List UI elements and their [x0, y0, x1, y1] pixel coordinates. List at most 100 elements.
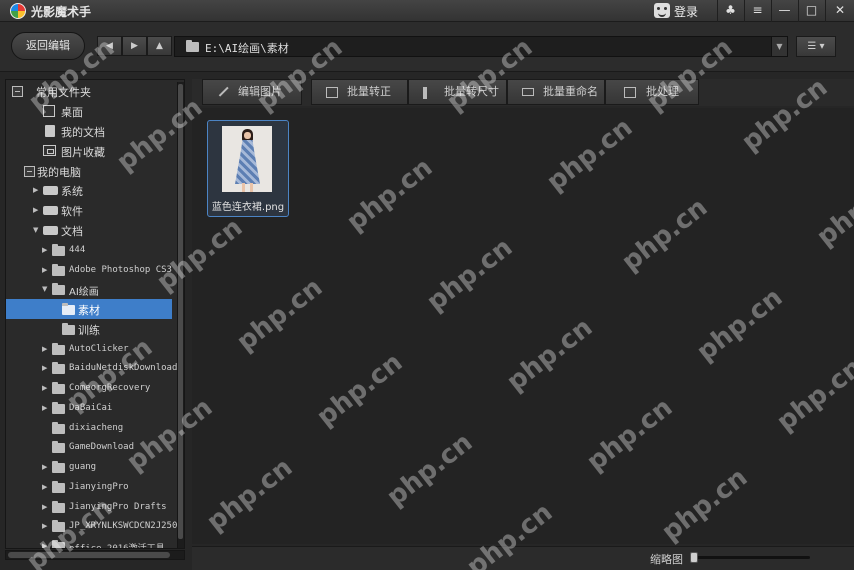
drive-icon: [43, 226, 58, 235]
menu-icon[interactable]: ≡: [744, 0, 770, 22]
tree-item-my-computer[interactable]: 我的电脑: [6, 161, 172, 181]
tree-item-folder[interactable]: ▶ guang: [6, 457, 172, 477]
tree-item-my-documents[interactable]: 我的文档: [6, 121, 172, 141]
edit-image-button[interactable]: 编辑图片: [202, 79, 302, 105]
thumbnail-image[interactable]: [222, 126, 272, 192]
rotate-icon: [326, 87, 338, 98]
tree-item-folder[interactable]: ▶ AutoClicker: [6, 339, 172, 359]
drive-icon: [43, 186, 58, 195]
login-button[interactable]: 登录: [674, 3, 698, 20]
tree-item-label: 素材: [78, 304, 100, 317]
back-to-edit-button[interactable]: 返回编辑: [11, 32, 85, 60]
folder-icon: [52, 422, 65, 434]
button-label: 批量重命名: [543, 85, 598, 98]
folder-icon: [52, 362, 65, 374]
batch-process-button[interactable]: 批处理: [605, 79, 699, 105]
tree-item-folder-444[interactable]: ▶ 444: [6, 240, 172, 260]
tree-item-label: AI绘画: [69, 287, 99, 298]
minimize-icon[interactable]: —: [771, 0, 797, 22]
tree-item-label: JianyingPro Drafts: [69, 502, 167, 512]
shirt-icon[interactable]: ♣: [717, 0, 743, 22]
tree-item-folder-material[interactable]: 素材: [6, 299, 172, 319]
close-icon[interactable]: ✕: [825, 0, 854, 22]
tree-item-folder-photoshop[interactable]: ▶ Adobe Photoshop CS3: [6, 260, 172, 280]
button-label: 批处理: [646, 85, 679, 98]
nav-up-icon[interactable]: ▲: [147, 36, 172, 56]
tree-item-pictures[interactable]: 图片收藏: [6, 141, 172, 161]
expand-arrow-icon[interactable]: ▶: [42, 482, 50, 492]
expand-arrow-icon[interactable]: ▶: [42, 245, 50, 255]
tree-item-desktop[interactable]: 桌面: [6, 101, 172, 121]
tree-item-folder[interactable]: ▶ office 2016激活工具: [6, 536, 172, 548]
tree-item-folder-ai[interactable]: ▼ AI绘画: [6, 279, 172, 299]
tree-item-favorites[interactable]: 常用文件夹: [6, 81, 172, 101]
maximize-icon[interactable]: □: [798, 0, 824, 22]
zoom-slider-handle[interactable]: [690, 552, 699, 563]
folder-icon: [52, 382, 65, 394]
expand-arrow-icon[interactable]: ▶: [42, 462, 50, 472]
tree-item-label: 常用文件夹: [36, 86, 91, 99]
tree-item-folder[interactable]: ▶ JianyingPro: [6, 477, 172, 497]
tree-item-label: GameDownload: [69, 442, 135, 452]
collapse-icon[interactable]: [12, 86, 23, 97]
tree-item-label: 训练: [78, 324, 100, 337]
tree-item-label: DaBaiCai: [69, 403, 113, 413]
collapse-icon[interactable]: [24, 166, 35, 177]
batch-rotate-button[interactable]: 批量转正: [311, 79, 408, 105]
folder-icon: [52, 501, 65, 513]
button-label: 批量转正: [347, 85, 391, 98]
expand-arrow-icon[interactable]: ▶: [33, 185, 41, 195]
collapse-arrow-icon[interactable]: ▼: [42, 284, 50, 294]
folder-icon: [62, 323, 75, 335]
nav-back-icon[interactable]: ◀: [97, 36, 122, 56]
thumbnail-area[interactable]: [192, 108, 854, 544]
tree-item-folder[interactable]: ▶ JP_XRYNLKSWCDCN2J250C: [6, 516, 183, 536]
tree-item-folder[interactable]: ▶ JianyingPro Drafts: [6, 497, 172, 517]
zoom-slider[interactable]: [690, 556, 810, 559]
expand-arrow-icon[interactable]: ▶: [42, 363, 50, 373]
folder-icon: [52, 244, 65, 256]
expand-arrow-icon[interactable]: ▶: [33, 205, 41, 215]
user-face-icon[interactable]: [654, 3, 670, 18]
pencil-icon: [217, 85, 229, 97]
nav-forward-icon[interactable]: ▶: [122, 36, 147, 56]
folder-icon: [52, 441, 65, 453]
batch-resize-button[interactable]: 批量转尺寸: [408, 79, 507, 105]
tree-item-folder[interactable]: dixiacheng: [6, 418, 172, 438]
expand-arrow-icon[interactable]: ▶: [42, 265, 50, 275]
tree-item-folder[interactable]: ▶ ComeorgRecovery: [6, 378, 172, 398]
tree-item-drive-system[interactable]: ▶ 系统: [6, 180, 172, 200]
sidebar-vertical-scroll-thumb[interactable]: [178, 84, 183, 539]
tree-item-folder[interactable]: ▶ BaiduNetdiskDownload: [6, 358, 177, 378]
document-icon: [45, 125, 55, 137]
tree-item-drive-documents[interactable]: ▼ 文档: [6, 220, 172, 240]
expand-arrow-icon[interactable]: ▶: [42, 383, 50, 393]
tree-item-label: 我的电脑: [37, 166, 81, 179]
expand-arrow-icon[interactable]: ▶: [42, 521, 50, 531]
tree-item-label: 图片收藏: [61, 146, 105, 159]
view-mode-button[interactable]: ☰ ▾: [796, 36, 836, 57]
expand-arrow-icon[interactable]: ▶: [42, 403, 50, 413]
tree-item-label: 444: [69, 245, 86, 255]
button-label: 批量转尺寸: [444, 85, 499, 98]
path-input[interactable]: E:\AI绘画\素材 ▼: [174, 36, 788, 57]
tree-item-folder-training[interactable]: 训练: [6, 319, 172, 339]
folder-icon: [52, 402, 65, 414]
tree-item-folder[interactable]: GameDownload: [6, 437, 172, 457]
expand-arrow-icon[interactable]: ▶: [42, 502, 50, 512]
tree-item-folder[interactable]: ▶ DaBaiCai: [6, 398, 172, 418]
resize-icon: [423, 87, 427, 99]
zoom-label: 缩略图: [650, 553, 683, 566]
collapse-arrow-icon[interactable]: ▼: [33, 225, 41, 235]
path-dropdown-icon[interactable]: ▼: [771, 37, 787, 56]
drive-icon: [43, 206, 58, 215]
expand-arrow-icon[interactable]: ▶: [42, 541, 50, 548]
action-bar: 编辑图片 批量转正 批量转尺寸 批量重命名 批处理: [192, 79, 854, 106]
sidebar-horizontal-scroll-thumb[interactable]: [8, 552, 170, 558]
expand-arrow-icon[interactable]: ▶: [42, 344, 50, 354]
batch-rename-button[interactable]: 批量重命名: [507, 79, 605, 105]
tree-item-drive-software[interactable]: ▶ 软件: [6, 200, 172, 220]
tree-item-label: dixiacheng: [69, 423, 124, 433]
app-logo-icon: [10, 3, 26, 19]
folder-icon: [186, 40, 199, 52]
